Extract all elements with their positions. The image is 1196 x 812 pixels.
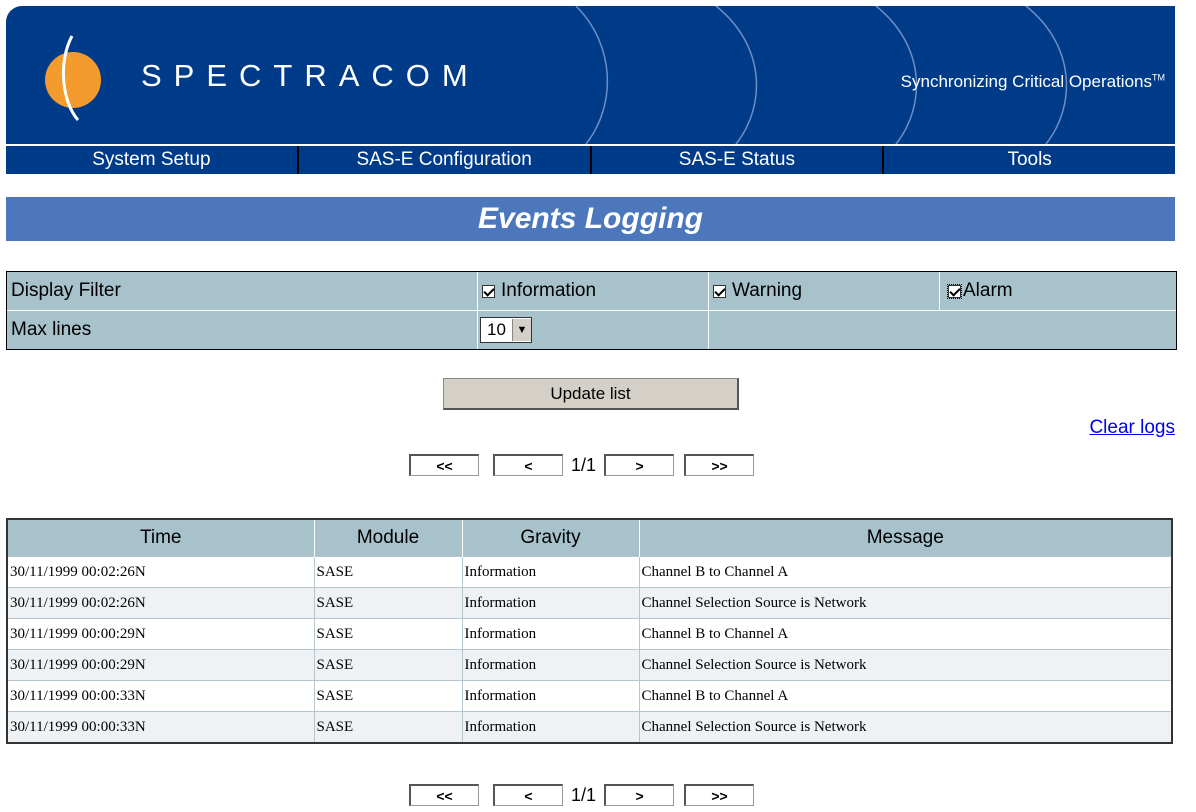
cell-module: SASE [313, 680, 462, 712]
header-module: Module [313, 519, 462, 557]
table-header-row: Time Module Gravity Message [7, 519, 1172, 557]
cell-time: 30/11/1999 00:00:33N [7, 680, 314, 712]
alarm-checkbox[interactable] [947, 283, 962, 299]
warning-label: Warning [732, 280, 803, 301]
information-label: Information [501, 280, 597, 301]
nav-system-setup[interactable]: System Setup [6, 146, 299, 174]
events-log-table: Time Module Gravity Message 30/11/1999 0… [6, 518, 1173, 744]
cell-gravity: Information [461, 711, 639, 743]
cell-module: SASE [313, 649, 462, 681]
table-row: 30/11/1999 00:00:29N SASE Information Ch… [7, 649, 1172, 681]
table-row: 30/11/1999 00:00:29N SASE Information Ch… [7, 618, 1172, 650]
display-filter-row: Display Filter Information Warning Alarm [7, 272, 1176, 310]
cell-message: Channel B to Channel A [638, 618, 1172, 650]
cell-time: 30/11/1999 00:00:29N [7, 649, 314, 681]
max-lines-cell: 10 ▼ [478, 311, 709, 349]
cell-module: SASE [313, 711, 462, 743]
first-page-button[interactable]: << [409, 784, 479, 806]
cell-message: Channel Selection Source is Network [638, 711, 1172, 743]
max-lines-value: 10 [487, 320, 506, 339]
cell-gravity: Information [461, 680, 639, 712]
cell-module: SASE [313, 556, 462, 588]
nav-tools[interactable]: Tools [884, 146, 1175, 174]
cell-message: Channel Selection Source is Network [638, 649, 1172, 681]
pager-bottom: << < 1/1 > >> [409, 782, 768, 808]
brand-tagline: Synchronizing Critical OperationsTM [900, 72, 1165, 91]
cell-message: Channel Selection Source is Network [638, 587, 1172, 619]
information-checkbox[interactable] [482, 284, 495, 298]
table-row: 30/11/1999 00:00:33N SASE Information Ch… [7, 680, 1172, 712]
filter-alarm: Alarm [940, 272, 1176, 310]
next-page-button[interactable]: > [604, 784, 675, 806]
main-nav: System Setup SAS-E Configuration SAS-E S… [6, 146, 1175, 174]
cell-gravity: Information [461, 587, 639, 619]
max-lines-empty [709, 311, 1176, 349]
header-gravity: Gravity [461, 519, 639, 557]
prev-page-button[interactable]: < [493, 784, 563, 806]
brand-name: SPECTRACOM [141, 58, 480, 93]
prev-page-button[interactable]: < [493, 454, 563, 476]
cell-message: Channel B to Channel A [638, 556, 1172, 588]
table-row: 30/11/1999 00:02:26N SASE Information Ch… [7, 556, 1172, 588]
cell-time: 30/11/1999 00:00:29N [7, 618, 314, 650]
header-message: Message [638, 519, 1172, 557]
max-lines-select[interactable]: 10 ▼ [480, 317, 532, 343]
table-row: 30/11/1999 00:00:33N SASE Information Ch… [7, 711, 1172, 743]
nav-sas-e-status[interactable]: SAS-E Status [592, 146, 885, 174]
page-title: Events Logging [478, 202, 703, 235]
cell-module: SASE [313, 587, 462, 619]
filter-panel: Display Filter Information Warning Alarm… [6, 271, 1177, 350]
first-page-button[interactable]: << [409, 454, 479, 476]
update-list-button[interactable]: Update list [443, 378, 739, 410]
cell-time: 30/11/1999 00:02:26N [7, 587, 314, 619]
last-page-button[interactable]: >> [684, 784, 755, 806]
display-filter-label: Display Filter [7, 272, 478, 310]
page-indicator: 1/1 [571, 454, 597, 475]
nav-sas-e-configuration[interactable]: SAS-E Configuration [299, 146, 592, 174]
header-banner: SPECTRACOM Synchronizing Critical Operat… [6, 6, 1175, 144]
max-lines-row: Max lines 10 ▼ [7, 310, 1176, 349]
cell-time: 30/11/1999 00:02:26N [7, 556, 314, 588]
header-time: Time [7, 519, 314, 557]
cell-message: Channel B to Channel A [638, 680, 1172, 712]
next-page-button[interactable]: > [604, 454, 675, 476]
cell-gravity: Information [461, 649, 639, 681]
cell-gravity: Information [461, 556, 639, 588]
cell-gravity: Information [461, 618, 639, 650]
filter-warning: Warning [709, 272, 940, 310]
filter-information: Information [478, 272, 709, 310]
cell-time: 30/11/1999 00:00:33N [7, 711, 314, 743]
table-row: 30/11/1999 00:02:26N SASE Information Ch… [7, 587, 1172, 619]
page-indicator: 1/1 [571, 784, 597, 805]
pager-top: << < 1/1 > >> [409, 452, 768, 478]
last-page-button[interactable]: >> [684, 454, 755, 476]
dropdown-arrow-icon: ▼ [511, 319, 531, 341]
cell-module: SASE [313, 618, 462, 650]
warning-checkbox[interactable] [713, 284, 726, 298]
max-lines-label: Max lines [7, 311, 478, 349]
page-title-bar: Events Logging [6, 197, 1175, 241]
spectracom-logo-icon [45, 35, 101, 121]
alarm-label: Alarm [963, 280, 1013, 301]
clear-logs-link[interactable]: Clear logs [1089, 417, 1175, 439]
